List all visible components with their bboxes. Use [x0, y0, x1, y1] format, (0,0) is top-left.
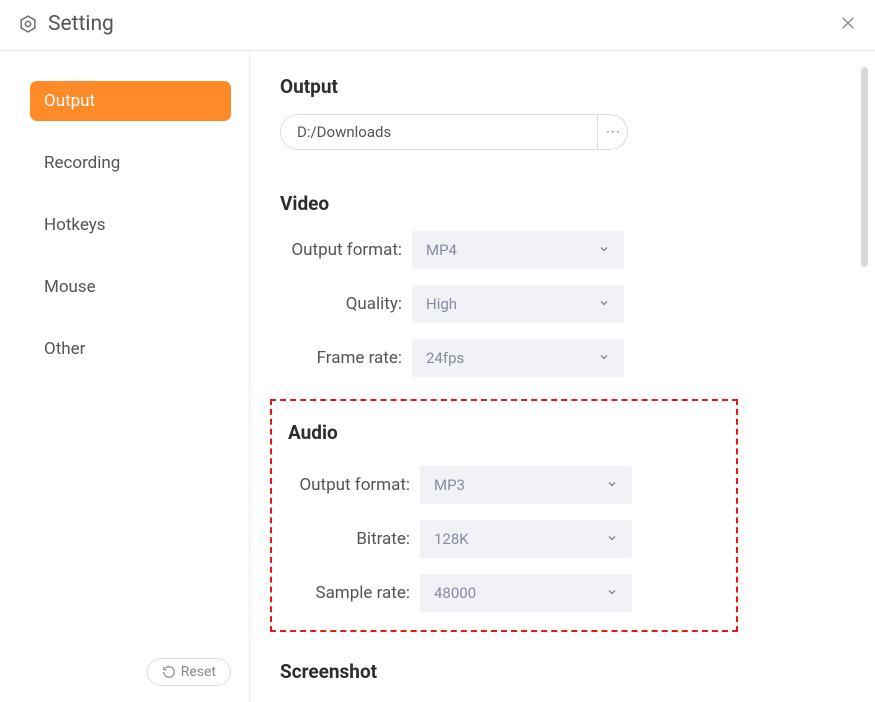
audio-highlight-box: Audio Output format: MP3 Bitrate: 128K [270, 399, 738, 632]
video-quality-value: High [426, 295, 457, 313]
sidebar-item-mouse[interactable]: Mouse [30, 267, 231, 307]
video-output-format-select[interactable]: MP4 [412, 231, 624, 269]
audio-output-format-select[interactable]: MP3 [420, 466, 632, 504]
sidebar: Output Recording Hotkeys Mouse Other Res… [0, 51, 250, 702]
sidebar-item-hotkeys[interactable]: Hotkeys [30, 205, 231, 245]
video-quality-label: Quality: [280, 294, 412, 314]
chevron-down-icon [606, 476, 618, 494]
video-output-format-label: Output format: [280, 240, 412, 260]
chevron-down-icon [606, 530, 618, 548]
output-path-row: D:/Downloads ··· [280, 114, 845, 150]
window-header: Setting [0, 0, 875, 51]
audio-sample-rate-label: Sample rate: [288, 583, 420, 603]
video-frame-rate-label: Frame rate: [280, 348, 412, 368]
audio-output-format-label: Output format: [288, 475, 420, 495]
reset-icon [162, 665, 176, 679]
audio-output-format-value: MP3 [434, 476, 465, 494]
content-pane: Output D:/Downloads ··· Video Output for… [250, 51, 875, 702]
video-frame-rate-row: Frame rate: 24fps [280, 339, 845, 377]
close-icon [839, 14, 857, 32]
output-path-browse-button[interactable]: ··· [598, 114, 628, 150]
audio-sample-rate-select[interactable]: 48000 [420, 574, 632, 612]
audio-bitrate-value: 128K [434, 530, 469, 548]
audio-bitrate-select[interactable]: 128K [420, 520, 632, 558]
output-path-input[interactable]: D:/Downloads [280, 114, 598, 150]
chevron-down-icon [598, 295, 610, 313]
video-frame-rate-value: 24fps [426, 349, 464, 367]
audio-sample-rate-value: 48000 [434, 584, 476, 602]
section-title-video: Video [280, 192, 845, 215]
scrollbar-thumb[interactable] [861, 67, 868, 267]
window-body: Output Recording Hotkeys Mouse Other Res… [0, 51, 875, 702]
video-frame-rate-select[interactable]: 24fps [412, 339, 624, 377]
video-output-format-value: MP4 [426, 241, 457, 259]
gear-icon [18, 14, 38, 34]
chevron-down-icon [598, 241, 610, 259]
content-scroll: Output D:/Downloads ··· Video Output for… [250, 51, 875, 702]
sidebar-item-recording[interactable]: Recording [30, 143, 231, 183]
section-title-output: Output [280, 75, 845, 98]
reset-button[interactable]: Reset [147, 658, 231, 686]
audio-output-format-row: Output format: MP3 [288, 466, 720, 504]
sidebar-item-other[interactable]: Other [30, 329, 231, 369]
section-title-screenshot: Screenshot [280, 660, 845, 683]
audio-sample-rate-row: Sample rate: 48000 [288, 574, 720, 612]
page-title: Setting [48, 12, 114, 36]
video-quality-select[interactable]: High [412, 285, 624, 323]
close-button[interactable] [839, 14, 857, 36]
video-output-format-row: Output format: MP4 [280, 231, 845, 269]
video-quality-row: Quality: High [280, 285, 845, 323]
audio-bitrate-row: Bitrate: 128K [288, 520, 720, 558]
sidebar-item-output[interactable]: Output [30, 81, 231, 121]
section-title-audio: Audio [288, 421, 720, 444]
chevron-down-icon [598, 349, 610, 367]
chevron-down-icon [606, 584, 618, 602]
reset-label: Reset [181, 664, 216, 680]
audio-bitrate-label: Bitrate: [288, 529, 420, 549]
